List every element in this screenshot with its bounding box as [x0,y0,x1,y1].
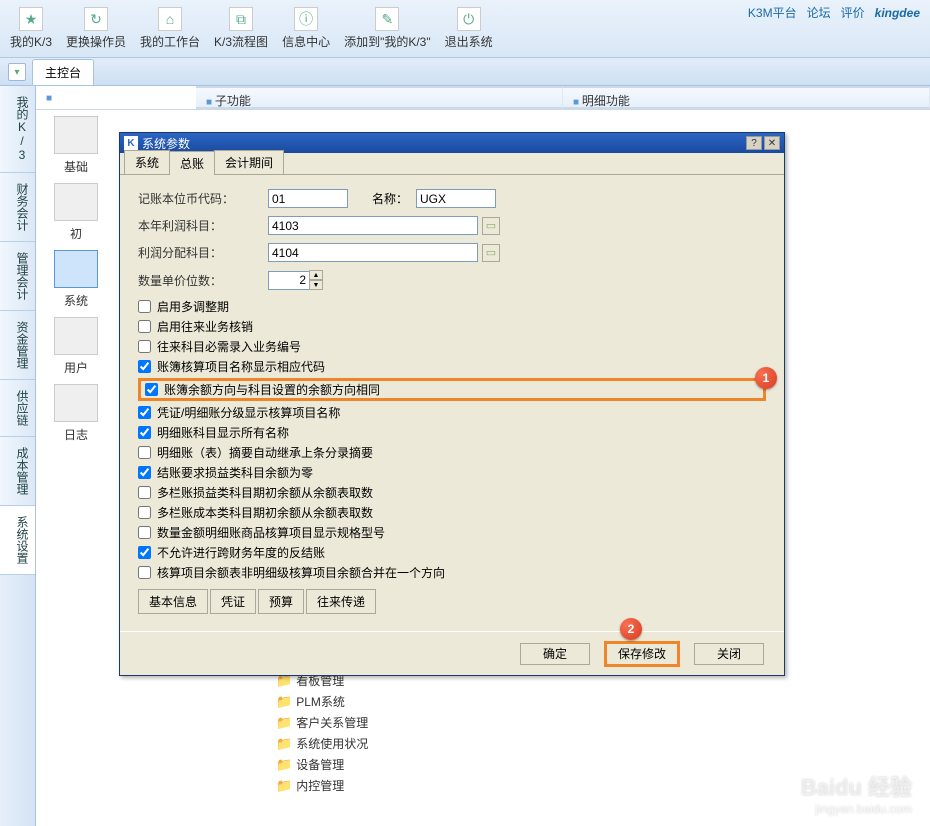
subtab-voucher[interactable]: 凭证 [210,589,256,614]
checkbox-11[interactable] [138,526,151,539]
dialog-tabs: 系统 总账 会计期间 [120,153,784,175]
currency-code-label: 记账本位币代码： [138,190,268,207]
check-row-10: 多栏账成本类科目期初余额从余额表取数 [138,504,766,521]
system-params-dialog: K 系统参数 ? ✕ 系统 总账 会计期间 记账本位币代码： 名称： 本年利润科… [119,132,785,676]
profit-dist-label: 利润分配科目： [138,244,268,261]
checkbox-label-7: 明细账（表）摘要自动继承上条分录摘要 [157,444,373,461]
subtab-budget[interactable]: 预算 [258,589,304,614]
check-row-7: 明细账（表）摘要自动继承上条分录摘要 [138,444,766,461]
checkbox-10[interactable] [138,506,151,519]
checkbox-2[interactable] [138,340,151,353]
checkbox-12[interactable] [138,546,151,559]
spin-down-icon[interactable]: ▼ [309,280,323,290]
checkbox-label-2: 往来科目必需录入业务编号 [157,338,301,355]
checkbox-label-1: 启用往来业务核销 [157,318,253,335]
checkbox-13[interactable] [138,566,151,579]
sub-tabs: 基本信息 凭证 预算 往来传递 [138,589,766,614]
checkbox-9[interactable] [138,486,151,499]
profit-subject-input[interactable] [268,216,478,235]
dialog-body: 记账本位币代码： 名称： 本年利润科目： ▭ 利润分配科目： ▭ 数量单价位数：… [120,175,784,631]
checkbox-7[interactable] [138,446,151,459]
checkbox-label-3: 账簿核算项目名称显示相应代码 [157,358,325,375]
currency-name-input[interactable] [416,189,496,208]
checkbox-label-6: 明细账科目显示所有名称 [157,424,289,441]
checkbox-label-11: 数量金额明细账商品核算项目显示规格型号 [157,524,385,541]
ok-button[interactable]: 确定 [520,643,590,665]
checkbox-4[interactable] [145,383,158,396]
checkbox-label-13: 核算项目余额表非明细级核算项目余额合并在一个方向 [157,564,445,581]
modal-mask: K 系统参数 ? ✕ 系统 总账 会计期间 记账本位币代码： 名称： 本年利润科… [0,0,930,826]
help-button[interactable]: ? [746,136,762,150]
tab-system[interactable]: 系统 [124,150,170,174]
app-logo-icon: K [124,136,138,150]
check-row-6: 明细账科目显示所有名称 [138,424,766,441]
check-row-1: 启用往来业务核销 [138,318,766,335]
checkbox-1[interactable] [138,320,151,333]
check-row-5: 凭证/明细账分级显示核算项目名称 [138,404,766,421]
check-row-13: 核算项目余额表非明细级核算项目余额合并在一个方向 [138,564,766,581]
subtab-basic[interactable]: 基本信息 [138,589,208,614]
checkbox-0[interactable] [138,300,151,313]
tab-accounting-period[interactable]: 会计期间 [214,150,284,174]
callout-2: 2 [620,618,642,640]
tab-general-ledger[interactable]: 总账 [169,151,215,175]
checkbox-label-5: 凭证/明细账分级显示核算项目名称 [157,404,340,421]
profit-dist-browse-icon[interactable]: ▭ [482,244,500,262]
checkbox-3[interactable] [138,360,151,373]
checkbox-5[interactable] [138,406,151,419]
check-row-12: 不允许进行跨财务年度的反结账 [138,544,766,561]
qty-decimals-spinner[interactable]: ▲▼ [309,270,323,290]
dialog-footer: 确定 保存修改 关闭 2 [120,631,784,675]
checkbox-label-9: 多栏账损益类科目期初余额从余额表取数 [157,484,373,501]
check-row-8: 结账要求损益类科目余额为零 [138,464,766,481]
checkbox-label-4: 账簿余额方向与科目设置的余额方向相同 [164,381,380,398]
check-row-3: 账簿核算项目名称显示相应代码 [138,358,766,375]
qty-decimals-input[interactable] [268,271,310,290]
checkbox-label-0: 启用多调整期 [157,298,229,315]
checkbox-8[interactable] [138,466,151,479]
checkbox-6[interactable] [138,426,151,439]
qty-decimals-label: 数量单价位数： [138,272,268,289]
save-button[interactable]: 保存修改 [604,641,680,667]
currency-name-label: 名称： [372,190,408,207]
check-row-0: 启用多调整期 [138,298,766,315]
check-row-11: 数量金额明细账商品核算项目显示规格型号 [138,524,766,541]
profit-dist-input[interactable] [268,243,478,262]
check-row-9: 多栏账损益类科目期初余额从余额表取数 [138,484,766,501]
close-button[interactable]: 关闭 [694,643,764,665]
currency-code-input[interactable] [268,189,348,208]
checkbox-label-8: 结账要求损益类科目余额为零 [157,464,313,481]
checkbox-label-10: 多栏账成本类科目期初余额从余额表取数 [157,504,373,521]
subtab-transfer[interactable]: 往来传递 [306,589,376,614]
check-row-4: 1账簿余额方向与科目设置的余额方向相同 [138,378,766,401]
check-row-2: 往来科目必需录入业务编号 [138,338,766,355]
callout-1: 1 [755,367,777,389]
checkbox-label-12: 不允许进行跨财务年度的反结账 [157,544,325,561]
profit-subject-label: 本年利润科目： [138,217,268,234]
close-window-button[interactable]: ✕ [764,136,780,150]
spin-up-icon[interactable]: ▲ [309,270,323,280]
profit-subject-browse-icon[interactable]: ▭ [482,217,500,235]
dialog-title: 系统参数 [142,135,190,152]
